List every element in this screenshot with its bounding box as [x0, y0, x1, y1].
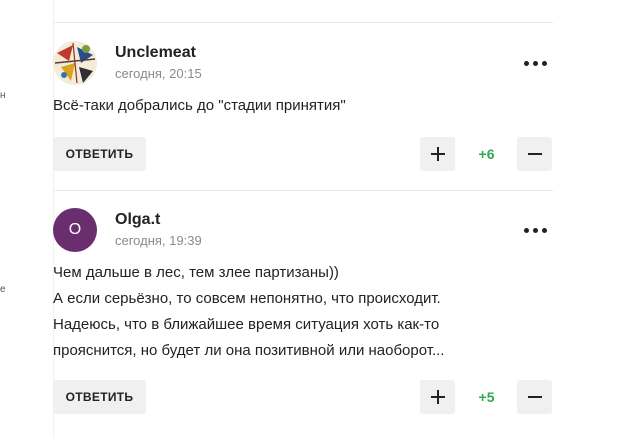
downvote-button[interactable]: [517, 137, 552, 171]
comment-text: Всё-таки добрались до "стадии принятия": [53, 93, 346, 119]
comment-item: O Olga.t сегодня, 19:39 Чем дальше в лес…: [53, 208, 553, 418]
reply-button[interactable]: ОТВЕТИТЬ: [53, 137, 146, 171]
user-avatar[interactable]: O: [53, 208, 97, 252]
comment-text-line: прояснится, но будет ли она позитивной и…: [53, 342, 445, 359]
left-edge-text-fragment: н: [0, 90, 6, 101]
comment-timestamp: сегодня, 19:39: [115, 233, 202, 248]
comment-text: Чем дальше в лес, тем злее партизаны)) А…: [53, 260, 444, 364]
avatar-image: [53, 41, 97, 85]
comment-separator: [53, 190, 553, 191]
reply-button[interactable]: ОТВЕТИТЬ: [53, 380, 146, 414]
upvote-button[interactable]: [420, 380, 455, 414]
plus-icon: [430, 390, 445, 404]
comment-text-line: Надеюсь, что в ближайшее время ситуация …: [53, 316, 440, 333]
plus-icon: [430, 147, 445, 161]
downvote-button[interactable]: [517, 380, 552, 414]
comment-author[interactable]: Unclemeat: [115, 44, 196, 62]
more-options-icon[interactable]: [523, 222, 549, 238]
minus-icon: [527, 153, 542, 155]
comment-item: Unclemeat сегодня, 20:15 Всё-таки добрал…: [53, 41, 553, 181]
upvote-button[interactable]: [420, 137, 455, 171]
comment-author[interactable]: Olga.t: [115, 211, 160, 229]
minus-icon: [527, 396, 542, 398]
comment-timestamp: сегодня, 20:15: [115, 66, 202, 81]
comment-text-line: Чем дальше в лес, тем злее партизаны)): [53, 264, 339, 281]
left-edge-text-fragment: е: [0, 284, 6, 295]
comment-text-line: Всё-таки добрались до "стадии принятия": [53, 97, 346, 114]
vote-score: +6: [478, 146, 495, 162]
user-avatar[interactable]: [53, 41, 97, 85]
comment-separator: [53, 22, 553, 23]
comment-text-line: А если серьёзно, то совсем непонятно, чт…: [53, 290, 441, 307]
more-options-icon[interactable]: [523, 55, 549, 71]
vote-score: +5: [478, 389, 495, 405]
